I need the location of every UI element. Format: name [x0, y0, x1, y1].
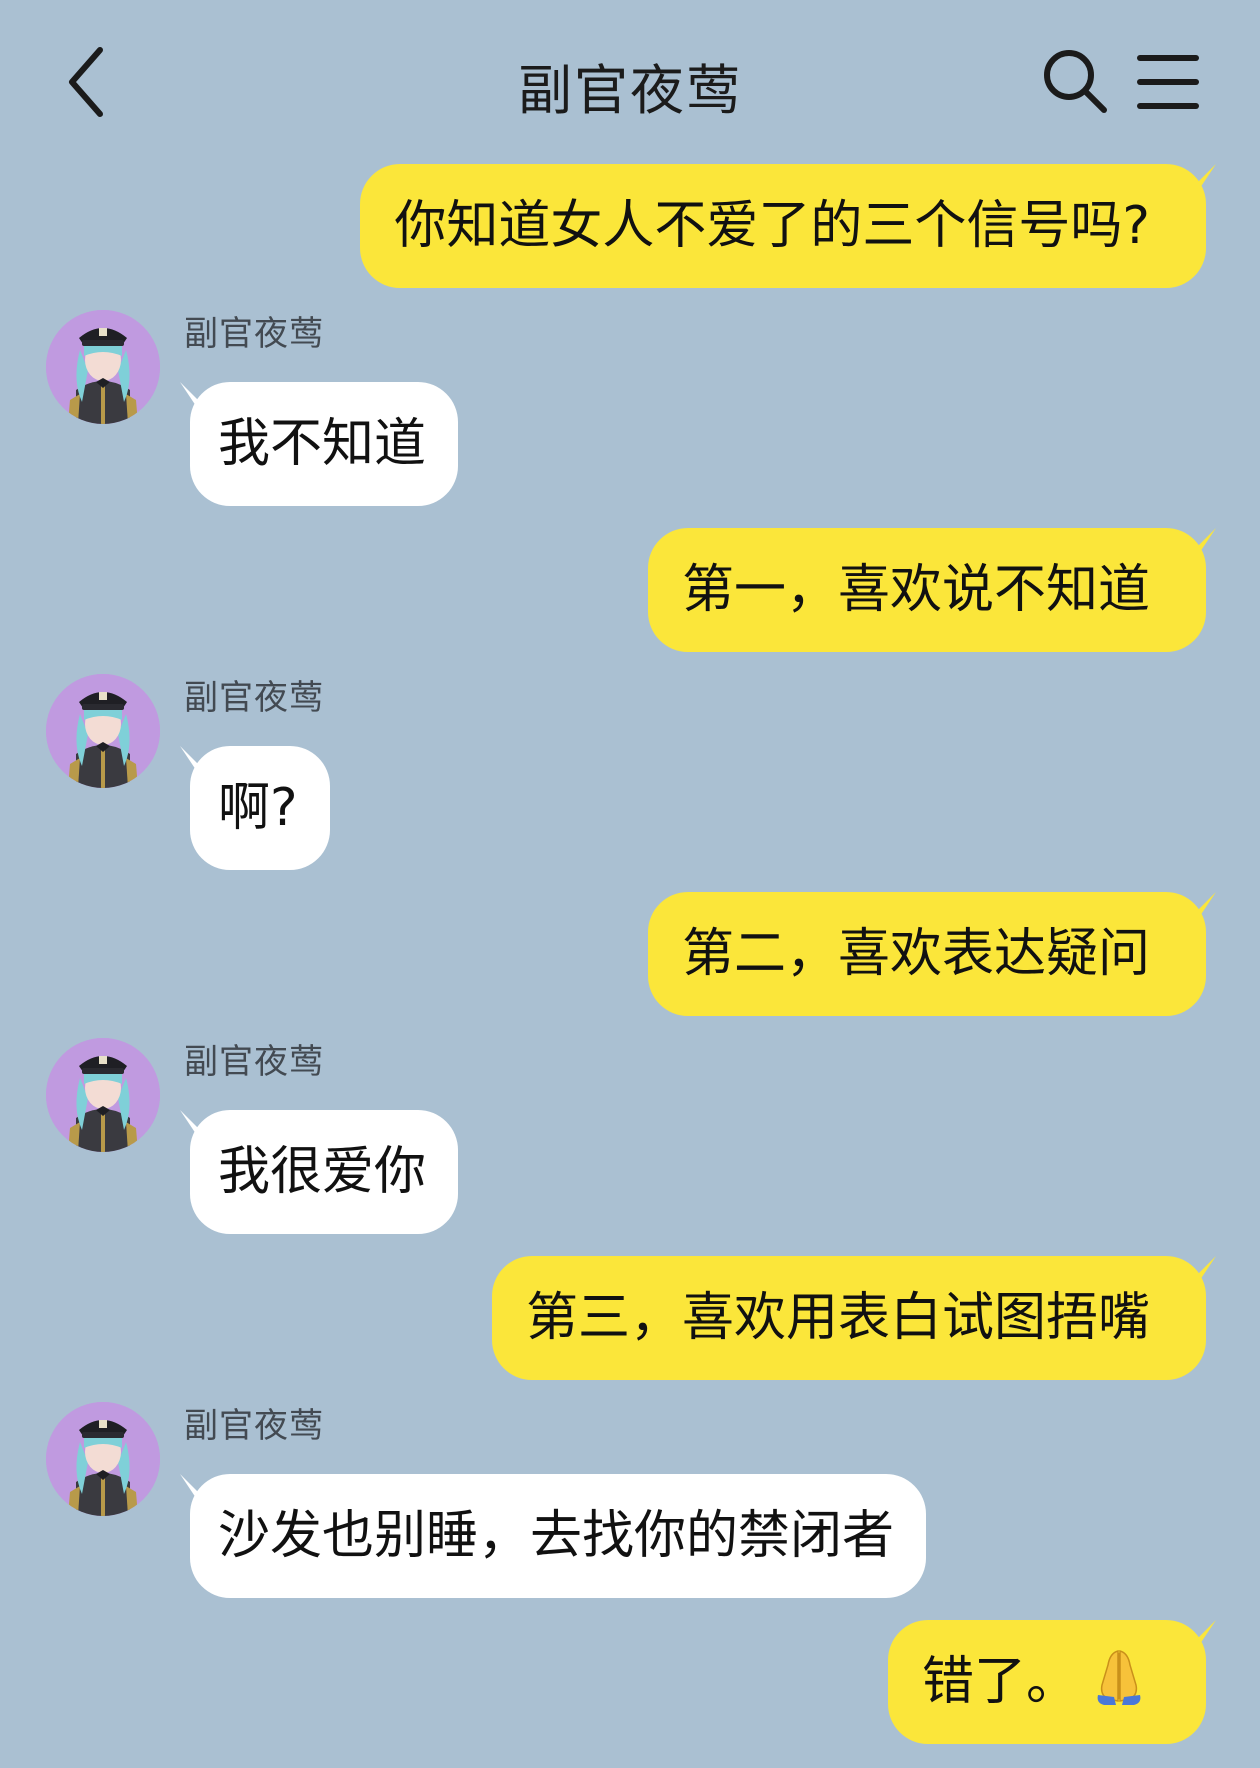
message-bubble[interactable]: 啊? [190, 746, 330, 870]
message-incoming: 副官夜莺 我不知道 [0, 310, 1260, 510]
message-outgoing: 你知道女人不爱了的三个信号吗? [0, 164, 1260, 294]
message-bubble[interactable]: 错了。 [887, 1620, 1206, 1744]
message-outgoing: 第三，喜欢用表白试图捂嘴 [0, 1256, 1260, 1386]
avatar[interactable] [46, 310, 160, 424]
message-bubble[interactable]: 第一，喜欢说不知道 [647, 528, 1206, 652]
avatar-character-image [46, 310, 160, 424]
message-bubble[interactable]: 第二，喜欢表达疑问 [647, 892, 1206, 1016]
message-text: 我不知道 [218, 414, 427, 474]
message-text: 第一，喜欢说不知道 [681, 560, 1150, 620]
avatar[interactable] [46, 1038, 160, 1152]
message-bubble[interactable]: 你知道女人不爱了的三个信号吗? [360, 164, 1206, 288]
message-incoming: 副官夜莺 我很爱你 [0, 1038, 1260, 1238]
message-text: 第三，喜欢用表白试图捂嘴 [525, 1288, 1150, 1348]
avatar-character-image [46, 674, 160, 788]
message-bubble[interactable]: 第三，喜欢用表白试图捂嘴 [491, 1256, 1206, 1380]
message-bubble[interactable]: 沙发也别睡，去找你的禁闭者 [190, 1474, 927, 1598]
message-outgoing: 错了。 [0, 1620, 1260, 1750]
message-outgoing: 第二，喜欢表达疑问 [0, 892, 1260, 1022]
avatar-character-image [46, 1038, 160, 1152]
folded-hands-emoji-icon [1097, 1650, 1141, 1705]
message-text: 你知道女人不爱了的三个信号吗? [394, 196, 1150, 256]
avatar-character-image [46, 1402, 160, 1516]
search-icon [1044, 50, 1107, 113]
message-incoming: 副官夜莺 啊? [0, 674, 1260, 874]
message-text: 错了。 [921, 1652, 1078, 1712]
message-text: 沙发也别睡，去找你的禁闭者 [218, 1506, 895, 1566]
menu-icon [1137, 55, 1199, 109]
message-bubble[interactable]: 我很爱你 [190, 1110, 459, 1234]
message-bubble[interactable]: 我不知道 [190, 382, 459, 506]
message-incoming: 副官夜莺 沙发也别睡，去找你的禁闭者 [0, 1402, 1260, 1602]
avatar[interactable] [46, 674, 160, 788]
sender-name: 副官夜莺 [184, 1042, 324, 1082]
message-text: 我很爱你 [218, 1142, 427, 1202]
menu-button[interactable] [1136, 52, 1200, 112]
search-button[interactable] [1040, 46, 1110, 116]
sender-name: 副官夜莺 [184, 314, 324, 354]
sender-name: 副官夜莺 [184, 1406, 324, 1446]
avatar[interactable] [46, 1402, 160, 1516]
message-text: 第二，喜欢表达疑问 [681, 924, 1150, 984]
message-outgoing: 第一，喜欢说不知道 [0, 528, 1260, 658]
chat-header: 副官夜莺 [0, 0, 1260, 160]
sender-name: 副官夜莺 [184, 678, 324, 718]
message-text: 啊? [218, 778, 298, 838]
